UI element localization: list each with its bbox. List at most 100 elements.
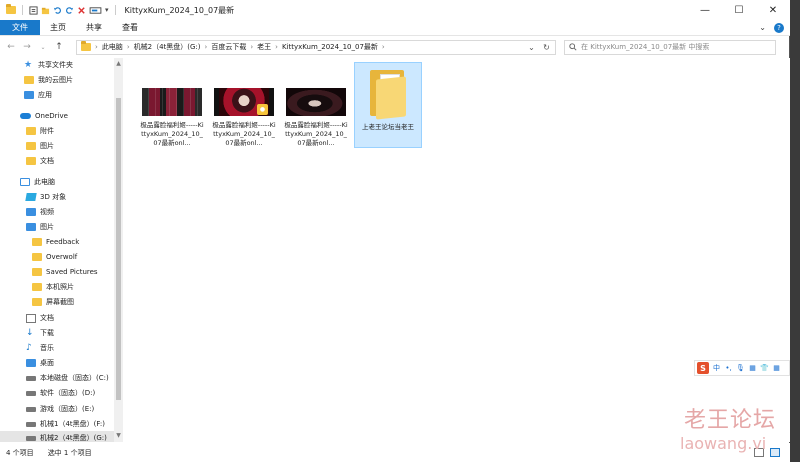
nav-item-downloads[interactable]: ↓ 下载: [0, 326, 54, 340]
divider: [114, 5, 116, 15]
recent-locations-icon[interactable]: ⌄: [38, 40, 48, 54]
rename-icon[interactable]: [89, 6, 102, 15]
nav-item-shared-folders[interactable]: ★ 共享文件夹: [0, 58, 73, 72]
tab-home[interactable]: 主页: [40, 20, 76, 35]
folder-icon: [368, 68, 408, 120]
toolbox-icon[interactable]: ▦: [772, 364, 781, 372]
breadcrumb-current-folder[interactable]: KittyxKum_2024_10_07最新: [282, 42, 378, 52]
selection-count: 选中 1 个项目: [47, 448, 92, 457]
new-folder-icon[interactable]: [41, 6, 50, 15]
customize-toolbar-icon[interactable]: ▾: [105, 6, 109, 14]
nav-item-screenshots[interactable]: 屏幕截图: [0, 295, 74, 309]
address-bar[interactable]: › 此电脑 › 机械2（4t黑盘）(G:) › 百度云下载 › 老王 › Kit…: [76, 39, 556, 55]
help-icon[interactable]: ?: [774, 22, 784, 33]
ribbon-collapse-icon[interactable]: ⌄: [759, 23, 766, 32]
chevron-right-icon[interactable]: ›: [205, 43, 208, 51]
folder-icon: [32, 253, 42, 261]
folder-icon: [32, 298, 42, 306]
keyboard-icon[interactable]: ▦: [748, 364, 757, 372]
file-item-video-1[interactable]: 极品露脸福利姬-----KittyxKum_2024_10_07最新onl...: [138, 62, 206, 148]
apps-icon: [24, 91, 34, 99]
breadcrumb-drive-g[interactable]: 机械2（4t黑盘）(G:): [134, 42, 201, 52]
file-view: 极品露脸福利姬-----KittyxKum_2024_10_07最新onl...…: [124, 58, 790, 442]
drive-icon: [26, 406, 36, 412]
folder-icon: [26, 127, 36, 135]
nav-item-onedrive[interactable]: OneDrive: [0, 109, 68, 123]
nav-item-attachments[interactable]: 附件: [0, 124, 54, 138]
redo-icon[interactable]: [65, 6, 74, 15]
address-row: ← → ⌄ ↑ › 此电脑 › 机械2（4t黑盘）(G:) › 百度云下载 › …: [0, 37, 790, 57]
nav-item-documents[interactable]: 文档: [0, 311, 54, 325]
nav-item-this-pc[interactable]: 此电脑: [0, 175, 55, 189]
nav-item-music[interactable]: ♪ 音乐: [0, 341, 54, 355]
drive-icon: [26, 435, 36, 441]
properties-icon[interactable]: [29, 5, 38, 15]
nav-item-saved-pictures[interactable]: Saved Pictures: [0, 265, 98, 279]
refresh-icon[interactable]: ↻: [540, 41, 553, 54]
breadcrumb-this-pc[interactable]: 此电脑: [102, 42, 123, 52]
undo-icon[interactable]: [53, 6, 62, 15]
video-thumbnail: ●: [214, 88, 274, 116]
nav-item-drive-e[interactable]: 游戏（固态）(E:): [0, 402, 94, 416]
nav-scroll-thumb[interactable]: [116, 98, 121, 400]
file-name: 极品露脸福利姬-----KittyxKum_2024_10_07最新onl...: [212, 121, 276, 147]
large-icons-view-icon[interactable]: [770, 448, 780, 457]
chevron-right-icon[interactable]: ›: [275, 43, 278, 51]
tab-share[interactable]: 共享: [76, 20, 112, 35]
forward-arrow-icon[interactable]: →: [22, 40, 32, 54]
nav-item-drive-f[interactable]: 机械1（4t黑盘）(F:): [0, 417, 105, 431]
scroll-down-icon[interactable]: ▼: [114, 432, 123, 441]
nav-item-local-photos[interactable]: 本机照片: [0, 280, 74, 294]
nav-item-desktop[interactable]: 桌面: [0, 356, 54, 370]
search-box[interactable]: 在 KittyxKum_2024_10_07最新 中搜索: [564, 39, 776, 55]
status-bar: 4 个项目 选中 1 个项目: [0, 443, 790, 462]
chevron-right-icon[interactable]: ›: [127, 43, 130, 51]
breadcrumb-laowang[interactable]: 老王: [257, 42, 271, 52]
drive-icon: [26, 390, 36, 396]
minimize-button[interactable]: —: [688, 0, 722, 20]
nav-item-apps[interactable]: 应用: [0, 88, 52, 102]
back-arrow-icon[interactable]: ←: [6, 40, 16, 54]
folder-item-laowang[interactable]: 上老王论坛当老王: [354, 62, 422, 148]
folder-icon: [32, 283, 42, 291]
ime-toolbar[interactable]: S 中 •, 🎙 ▦ 👕 ▦: [694, 360, 790, 376]
nav-item-cloud-pictures[interactable]: 我的云图片: [0, 73, 73, 87]
cube-icon: [25, 193, 37, 201]
microphone-icon[interactable]: 🎙: [736, 364, 745, 372]
skin-icon[interactable]: 👕: [760, 364, 769, 372]
delete-icon[interactable]: [77, 6, 86, 15]
chevron-right-icon[interactable]: ›: [382, 43, 385, 51]
up-arrow-icon[interactable]: ↑: [54, 40, 64, 54]
address-dropdown-icon[interactable]: ⌄: [525, 41, 538, 54]
close-button[interactable]: ✕: [756, 0, 790, 20]
nav-item-onedrive-pictures[interactable]: 图片: [0, 139, 54, 153]
tab-file[interactable]: 文件: [0, 20, 40, 35]
nav-item-drive-c[interactable]: 本地磁盘（固态）(C:): [0, 371, 109, 385]
folder-icon: [81, 41, 91, 51]
breadcrumb-baidu-download[interactable]: 百度云下载: [211, 42, 246, 52]
maximize-button[interactable]: ☐: [722, 0, 756, 20]
nav-item-overwolf[interactable]: Overwolf: [0, 250, 77, 264]
nav-item-feedback[interactable]: Feedback: [0, 235, 79, 249]
nav-item-drive-g[interactable]: 机械2（4t黑盘）(G:): [0, 431, 114, 442]
nav-item-drive-d[interactable]: 软件（固态）(D:): [0, 386, 95, 400]
chevron-right-icon[interactable]: ›: [95, 43, 98, 51]
nav-item-onedrive-documents[interactable]: 文档: [0, 154, 54, 168]
chinese-mode-icon[interactable]: 中: [712, 363, 721, 373]
sogou-logo-icon[interactable]: S: [697, 362, 709, 374]
punctuation-icon[interactable]: •,: [724, 364, 733, 372]
scroll-up-icon[interactable]: ▲: [114, 60, 123, 69]
folder-icon: [26, 142, 36, 150]
nav-scrollbar[interactable]: ▲ ▼: [114, 58, 123, 442]
tab-view[interactable]: 查看: [112, 20, 148, 35]
file-item-video-2[interactable]: ● 极品露脸福利姬-----KittyxKum_2024_10_07最新onl.…: [210, 62, 278, 148]
search-icon: [569, 43, 577, 51]
video-thumbnail: [142, 88, 202, 116]
watermark-cn: 老王论坛: [684, 408, 777, 433]
nav-item-videos[interactable]: 视频: [0, 205, 54, 219]
file-item-video-3[interactable]: 极品露脸福利姬-----KittyxKum_2024_10_07最新onl...: [282, 62, 350, 148]
nav-item-pictures[interactable]: 图片: [0, 220, 54, 234]
chevron-right-icon[interactable]: ›: [250, 43, 253, 51]
nav-item-3d-objects[interactable]: 3D 对象: [0, 190, 66, 204]
document-icon: [26, 313, 36, 323]
